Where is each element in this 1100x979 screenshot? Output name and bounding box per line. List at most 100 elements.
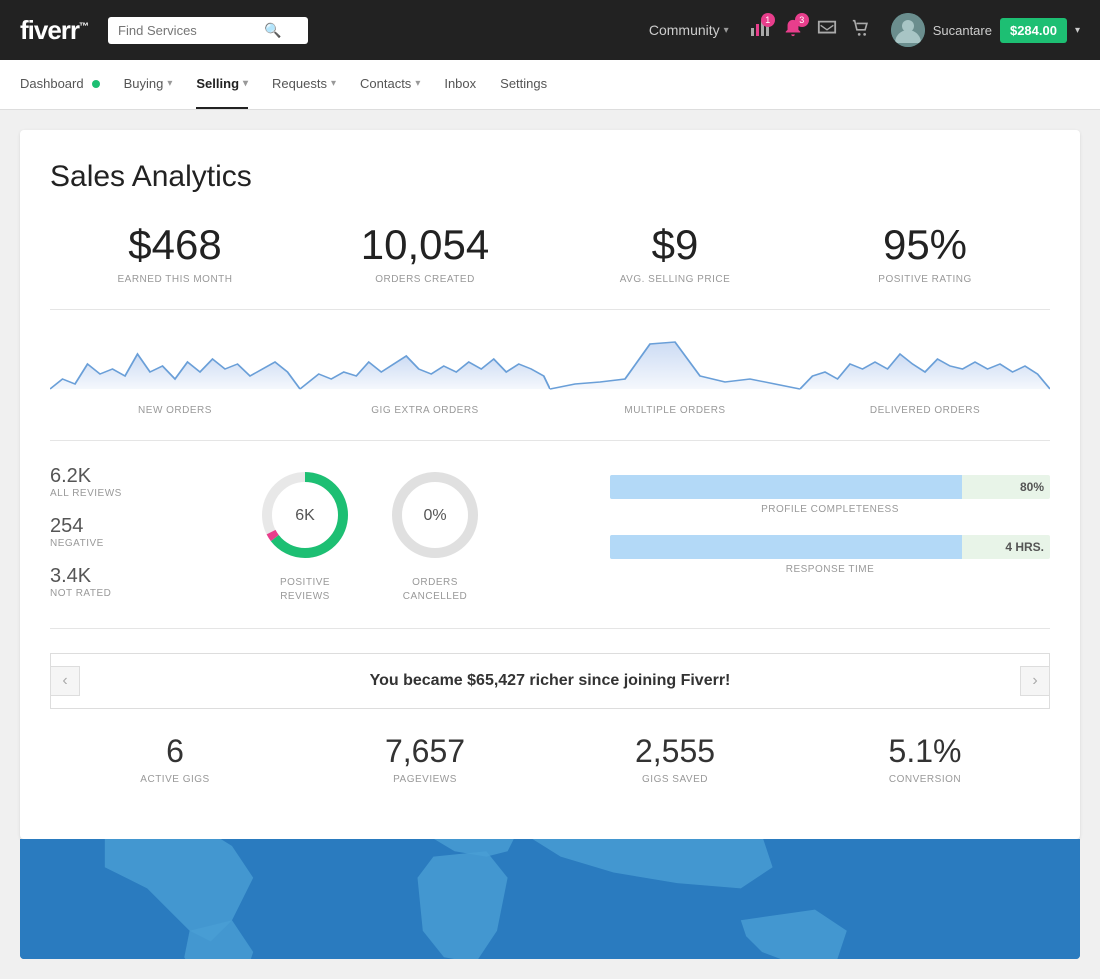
logo[interactable]: fiverr™: [20, 15, 88, 46]
gigs-saved-label: GIGS SAVED: [550, 774, 800, 785]
search-input[interactable]: [118, 23, 258, 38]
profile-completeness-title: PROFILE COMPLETENESS: [610, 504, 1050, 515]
user-section[interactable]: Sucantare $284.00 ▾: [891, 13, 1080, 47]
chart-delivered-label: DELIVERED ORDERS: [800, 405, 1050, 416]
profile-completeness-bar-wrap: 80%: [610, 475, 1050, 499]
stat-avg-price: $9 AVG. SELLING PRICE: [550, 222, 800, 285]
reviews-col: 6.2K ALL REVIEWS 254 NEGATIVE 3.4K NOT R…: [50, 465, 130, 599]
delivered-orders-sparkline: [800, 334, 1050, 394]
conversion-label: CONVERSION: [800, 774, 1050, 785]
subnav-requests[interactable]: Requests ▾: [272, 60, 336, 109]
negative-reviews: 254 NEGATIVE: [50, 515, 130, 549]
stat-avg-price-label: AVG. SELLING PRICE: [550, 274, 800, 285]
response-time-label: 4 HRS.: [1005, 540, 1044, 554]
middle-row: 6.2K ALL REVIEWS 254 NEGATIVE 3.4K NOT R…: [50, 465, 1050, 629]
gigs-saved-value: 2,555: [550, 733, 800, 770]
page-title: Sales Analytics: [50, 160, 1050, 194]
profile-completeness-pct: 80%: [1020, 480, 1044, 494]
profile-completeness-fill: [610, 475, 962, 499]
active-gigs-label: ACTIVE GIGS: [50, 774, 300, 785]
notifications-btn[interactable]: 3: [783, 18, 803, 43]
pageviews-value: 7,657: [300, 733, 550, 770]
all-reviews: 6.2K ALL REVIEWS: [50, 465, 130, 499]
conversion-stat: 5.1% CONVERSION: [800, 733, 1050, 785]
subnav-settings[interactable]: Settings: [500, 60, 547, 109]
pageviews-label: PAGEVIEWS: [300, 774, 550, 785]
banner-text: You became $65,427 richer since joining …: [370, 672, 731, 689]
stat-earned-label: EARNED THIS MONTH: [50, 274, 300, 285]
svg-text:0%: 0%: [423, 507, 446, 524]
banner-arrow-right[interactable]: ›: [1020, 666, 1050, 696]
buying-chevron: ▾: [167, 78, 172, 89]
new-orders-sparkline: [50, 334, 300, 394]
conversion-value: 5.1%: [800, 733, 1050, 770]
stats-row: $468 EARNED THIS MONTH 10,054 ORDERS CRE…: [50, 222, 1050, 310]
orders-cancelled-svg: 0%: [385, 465, 485, 565]
positive-reviews-svg: 6K: [255, 465, 355, 565]
balance-button[interactable]: $284.00: [1000, 18, 1067, 43]
progress-col: 80% PROFILE COMPLETENESS 4 HRS. RESPONSE…: [610, 465, 1050, 575]
profile-completeness-row: 80% PROFILE COMPLETENESS: [610, 475, 1050, 515]
subnav-contacts[interactable]: Contacts ▾: [360, 60, 420, 109]
chart-gig-extra: GIG EXTRA ORDERS: [300, 334, 550, 416]
analytics-card: Sales Analytics $468 EARNED THIS MONTH 1…: [20, 130, 1080, 839]
analytics-badge: 1: [761, 13, 775, 27]
search-bar[interactable]: 🔍: [108, 17, 308, 44]
community-menu[interactable]: Community ▾: [649, 22, 729, 38]
analytics-icon-btn[interactable]: 1: [749, 18, 769, 43]
subnav-buying[interactable]: Buying ▾: [124, 60, 173, 109]
gig-extra-sparkline: [300, 334, 550, 394]
map-section: [20, 839, 1080, 959]
dashboard-dot: [92, 80, 100, 88]
response-time-title: RESPONSE TIME: [610, 564, 1050, 575]
messages-icon: [817, 18, 837, 38]
cart-icon: [851, 18, 871, 38]
community-chevron: ▾: [724, 25, 729, 36]
stat-rating-label: POSITIVE RATING: [800, 274, 1050, 285]
response-time-fill: [610, 535, 962, 559]
contacts-chevron: ▾: [415, 78, 420, 89]
response-time-bar-wrap: 4 HRS.: [610, 535, 1050, 559]
stat-earned: $468 EARNED THIS MONTH: [50, 222, 300, 285]
svg-text:6K: 6K: [295, 507, 315, 524]
chart-gig-extra-label: GIG EXTRA ORDERS: [300, 405, 550, 416]
response-time-row: 4 HRS. RESPONSE TIME: [610, 535, 1050, 575]
banner: ‹ You became $65,427 richer since joinin…: [50, 653, 1050, 709]
selling-chevron: ▾: [243, 78, 248, 89]
username-label: Sucantare: [933, 23, 992, 38]
chart-new-orders-label: NEW ORDERS: [50, 405, 300, 416]
top-nav: fiverr™ 🔍 Community ▾ 1 3: [0, 0, 1100, 60]
world-map: [20, 839, 1080, 959]
chart-multiple-label: MULTIPLE ORDERS: [550, 405, 800, 416]
chart-new-orders: NEW ORDERS: [50, 334, 300, 416]
gigs-saved-stat: 2,555 GIGS SAVED: [550, 733, 800, 785]
positive-reviews-donut: 6K POSITIVEREVIEWS: [255, 465, 355, 604]
banner-arrow-left[interactable]: ‹: [50, 666, 80, 696]
cart-btn[interactable]: [851, 18, 871, 43]
messages-btn[interactable]: [817, 18, 837, 43]
sub-nav: Dashboard Buying ▾ Selling ▾ Requests ▾ …: [0, 60, 1100, 110]
orders-cancelled-donut: 0% ORDERSCANCELLED: [385, 465, 485, 604]
user-dropdown-arrow[interactable]: ▾: [1075, 25, 1080, 36]
subnav-inbox[interactable]: Inbox: [444, 60, 476, 109]
pageviews-stat: 7,657 PAGEVIEWS: [300, 733, 550, 785]
stat-rating-value: 95%: [800, 222, 1050, 268]
charts-row: NEW ORDERS GIG EXTRA ORDERS MULTIPLE ORD…: [50, 334, 1050, 441]
stat-earned-value: $468: [50, 222, 300, 268]
stat-avg-price-value: $9: [550, 222, 800, 268]
active-gigs-value: 6: [50, 733, 300, 770]
requests-chevron: ▾: [331, 78, 336, 89]
avatar-image: [891, 13, 925, 47]
subnav-selling[interactable]: Selling ▾: [196, 60, 248, 109]
subnav-dashboard[interactable]: Dashboard: [20, 60, 100, 109]
active-gigs-stat: 6 ACTIVE GIGS: [50, 733, 300, 785]
chart-multiple: MULTIPLE ORDERS: [550, 334, 800, 416]
notification-badge: 3: [795, 13, 809, 27]
avatar: [891, 13, 925, 47]
stat-orders-value: 10,054: [300, 222, 550, 268]
nav-icons: 1 3: [749, 18, 871, 43]
multiple-orders-sparkline: [550, 334, 800, 394]
donuts-col: 6K POSITIVEREVIEWS 0% ORDERSCANCELLED: [150, 465, 590, 604]
stat-rating: 95% POSITIVE RATING: [800, 222, 1050, 285]
stat-orders: 10,054 ORDERS CREATED: [300, 222, 550, 285]
